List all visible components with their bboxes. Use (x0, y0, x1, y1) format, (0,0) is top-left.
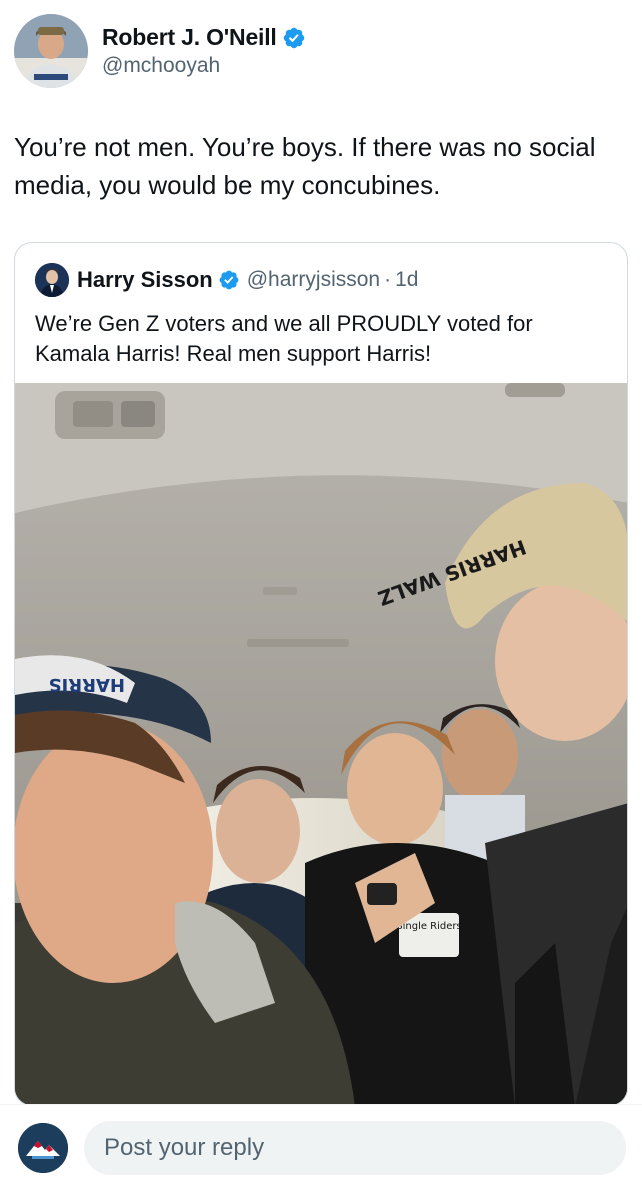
quoted-post-time[interactable]: 1d (395, 268, 418, 292)
quoted-author-handle[interactable]: @harryjsisson (247, 268, 380, 292)
time-separator: · (384, 268, 392, 291)
quoted-author-name[interactable]: Harry Sisson (77, 267, 213, 293)
quoted-avatar-image (35, 263, 69, 297)
quoted-post-text: We’re Gen Z voters and we all PROUDLY vo… (35, 311, 533, 366)
selfie-photo-image: Single Riders HARRIS WALZ HARRIS (15, 383, 627, 1105)
quoted-verified-badge-icon (219, 270, 239, 290)
author-avatar[interactable] (14, 14, 88, 88)
quoted-post-photo[interactable]: Single Riders HARRIS WALZ HARRIS (15, 383, 627, 1105)
quoted-post-card[interactable]: Harry Sisson @harryjsisson · 1d We’re Ge… (14, 242, 628, 1106)
post-text: You’re not men. You’re boys. If there wa… (14, 132, 596, 200)
reply-placeholder: Post your reply (104, 1134, 265, 1161)
shirt-text: Single Riders (396, 921, 461, 932)
author-name[interactable]: Robert J. O'Neill (102, 24, 277, 51)
quoted-author-avatar[interactable] (35, 263, 69, 297)
verified-badge-icon (283, 27, 304, 48)
cap-text-harris: HARRIS (49, 674, 125, 695)
current-user-avatar-icon (18, 1123, 68, 1173)
author-avatar-image (14, 14, 88, 88)
post-author: Robert J. O'Neill @mchooyah (14, 14, 306, 88)
reply-input[interactable]: Post your reply (84, 1121, 626, 1175)
quoted-post-header: Harry Sisson @harryjsisson · 1d (35, 263, 418, 297)
current-user-avatar[interactable] (18, 1123, 68, 1173)
reply-bar: Post your reply (0, 1104, 642, 1200)
author-handle[interactable]: @mchooyah (102, 54, 306, 78)
